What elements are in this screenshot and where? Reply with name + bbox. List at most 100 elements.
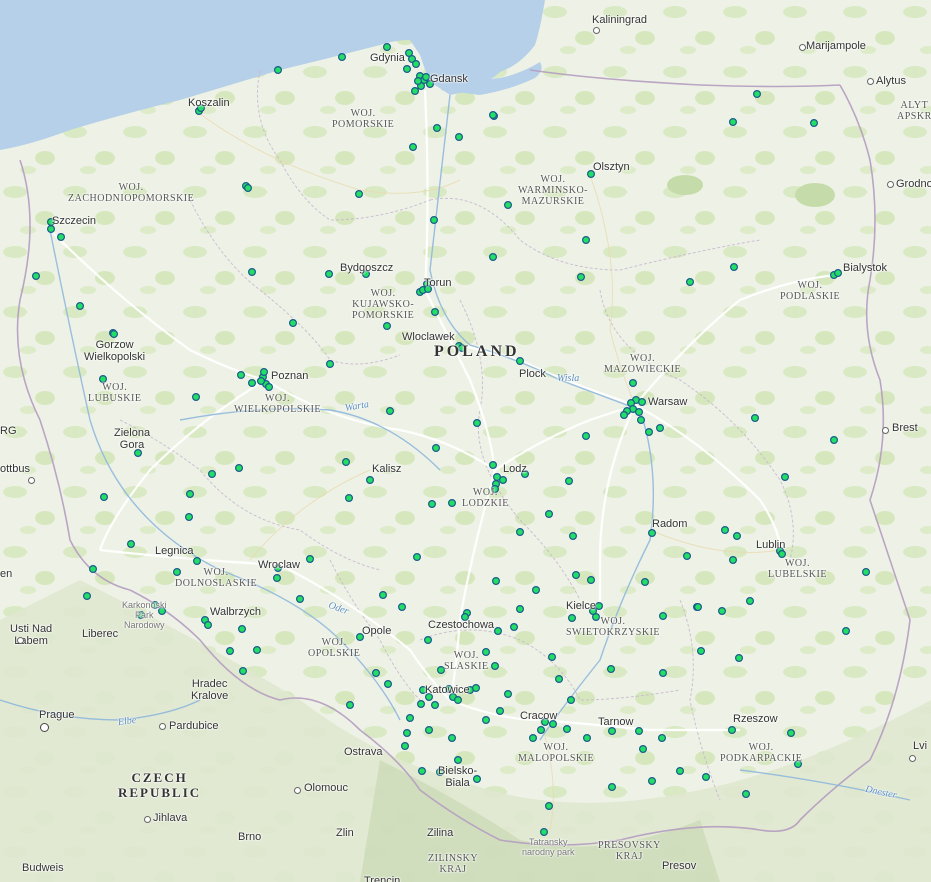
station-marker[interactable] bbox=[494, 626, 503, 635]
station-marker[interactable] bbox=[637, 398, 646, 407]
station-marker[interactable] bbox=[729, 263, 738, 272]
station-marker[interactable] bbox=[257, 377, 266, 386]
station-marker[interactable] bbox=[412, 59, 421, 68]
station-marker[interactable] bbox=[379, 590, 388, 599]
city-label-usti[interactable]: Usti Nad Labem bbox=[10, 623, 52, 647]
station-marker[interactable] bbox=[732, 531, 741, 540]
station-marker[interactable] bbox=[536, 725, 545, 734]
station-marker[interactable] bbox=[568, 531, 577, 540]
station-marker[interactable] bbox=[56, 233, 65, 242]
station-marker[interactable] bbox=[454, 755, 463, 764]
station-marker[interactable] bbox=[413, 552, 422, 561]
city-label-poznan[interactable]: Poznan bbox=[271, 370, 308, 382]
station-marker[interactable] bbox=[366, 476, 375, 485]
city-label-liberec[interactable]: Liberec bbox=[82, 628, 118, 640]
station-marker[interactable] bbox=[717, 606, 726, 615]
station-marker[interactable] bbox=[619, 411, 628, 420]
city-label-rg[interactable]: RG bbox=[0, 425, 17, 437]
city-label-lviv[interactable]: Lvi bbox=[913, 740, 927, 752]
city-label-tarnow[interactable]: Tarnow bbox=[598, 716, 633, 728]
station-marker[interactable] bbox=[786, 728, 795, 737]
station-marker[interactable] bbox=[745, 596, 754, 605]
station-marker[interactable] bbox=[634, 726, 643, 735]
station-marker[interactable] bbox=[398, 602, 407, 611]
station-marker[interactable] bbox=[401, 741, 410, 750]
station-marker[interactable] bbox=[99, 493, 108, 502]
station-marker[interactable] bbox=[430, 216, 439, 225]
station-marker[interactable] bbox=[82, 591, 91, 600]
station-marker[interactable] bbox=[296, 594, 305, 603]
station-marker[interactable] bbox=[383, 42, 392, 51]
station-marker[interactable] bbox=[544, 510, 553, 519]
station-marker[interactable] bbox=[636, 416, 645, 425]
city-label-brno[interactable]: Brno bbox=[238, 831, 261, 843]
station-marker[interactable] bbox=[414, 76, 423, 85]
city-label-cracow[interactable]: Cracow bbox=[520, 710, 557, 722]
station-marker[interactable] bbox=[431, 700, 440, 709]
station-marker[interactable] bbox=[547, 652, 556, 661]
city-label-zlin[interactable]: Zlin bbox=[336, 827, 354, 839]
station-marker[interactable] bbox=[204, 620, 213, 629]
city-label-gorzow[interactable]: Gorzow Wielkopolski bbox=[84, 339, 145, 363]
city-label-lublin[interactable]: Lublin bbox=[756, 539, 785, 551]
city-label-katowice[interactable]: Katowice bbox=[425, 684, 470, 696]
city-label-kaliningrad[interactable]: Kaliningrad bbox=[592, 14, 647, 26]
station-marker[interactable] bbox=[829, 436, 838, 445]
station-marker[interactable] bbox=[425, 725, 434, 734]
city-label-czestochowa[interactable]: Czestochowa bbox=[428, 619, 494, 631]
station-marker[interactable] bbox=[403, 728, 412, 737]
city-label-radom[interactable]: Radom bbox=[652, 518, 687, 530]
station-marker[interactable] bbox=[777, 549, 786, 558]
station-marker[interactable] bbox=[422, 72, 431, 81]
city-label-prague[interactable]: Prague bbox=[39, 709, 74, 721]
station-marker[interactable] bbox=[193, 556, 202, 565]
station-marker[interactable] bbox=[693, 602, 702, 611]
station-marker[interactable] bbox=[607, 726, 616, 735]
station-marker[interactable] bbox=[640, 577, 649, 586]
station-marker[interactable] bbox=[607, 782, 616, 791]
station-marker[interactable] bbox=[727, 725, 736, 734]
station-marker[interactable] bbox=[326, 360, 335, 369]
station-marker[interactable] bbox=[208, 470, 217, 479]
station-marker[interactable] bbox=[235, 464, 244, 473]
station-marker[interactable] bbox=[752, 89, 761, 98]
city-label-opole[interactable]: Opole bbox=[362, 625, 391, 637]
city-label-bielsko[interactable]: Bielsko- Biala bbox=[438, 765, 477, 789]
city-label-legnica[interactable]: Legnica bbox=[155, 545, 194, 557]
station-marker[interactable] bbox=[657, 733, 666, 742]
station-marker[interactable] bbox=[675, 766, 684, 775]
station-marker[interactable] bbox=[192, 393, 201, 402]
station-marker[interactable] bbox=[386, 407, 395, 416]
city-label-bialystok[interactable]: Bialystok bbox=[843, 262, 887, 274]
station-marker[interactable] bbox=[345, 494, 354, 503]
city-label-bydgoszcz[interactable]: Bydgoszcz bbox=[340, 262, 393, 274]
station-marker[interactable] bbox=[685, 278, 694, 287]
city-label-hradec[interactable]: Hradec Kralove bbox=[191, 678, 228, 702]
station-marker[interactable] bbox=[88, 564, 97, 573]
city-label-zielona[interactable]: Zielona Gora bbox=[114, 427, 150, 451]
station-marker[interactable] bbox=[274, 65, 283, 74]
station-marker[interactable] bbox=[564, 477, 573, 486]
city-label-szczecin[interactable]: Szczecin bbox=[52, 215, 96, 227]
station-marker[interactable] bbox=[634, 408, 643, 417]
city-label-ostrava[interactable]: Ostrava bbox=[344, 746, 383, 758]
station-marker[interactable] bbox=[448, 733, 457, 742]
station-marker[interactable] bbox=[658, 611, 667, 620]
city-label-torun[interactable]: Torun bbox=[424, 277, 452, 289]
station-marker[interactable] bbox=[472, 683, 481, 692]
station-marker[interactable] bbox=[644, 428, 653, 437]
station-marker[interactable] bbox=[342, 458, 351, 467]
station-marker[interactable] bbox=[75, 302, 84, 311]
station-marker[interactable] bbox=[260, 368, 269, 377]
station-marker[interactable] bbox=[186, 490, 195, 499]
station-marker[interactable] bbox=[728, 117, 737, 126]
city-label-walbrzych[interactable]: Walbrzych bbox=[210, 606, 261, 618]
city-label-budweis[interactable]: Budweis bbox=[22, 862, 64, 874]
station-marker[interactable] bbox=[126, 539, 135, 548]
station-marker[interactable] bbox=[628, 379, 637, 388]
station-marker[interactable] bbox=[473, 419, 482, 428]
station-marker[interactable] bbox=[325, 270, 334, 279]
station-marker[interactable] bbox=[384, 679, 393, 688]
city-label-rzeszow[interactable]: Rzeszow bbox=[733, 713, 778, 725]
station-marker[interactable] bbox=[431, 308, 440, 317]
